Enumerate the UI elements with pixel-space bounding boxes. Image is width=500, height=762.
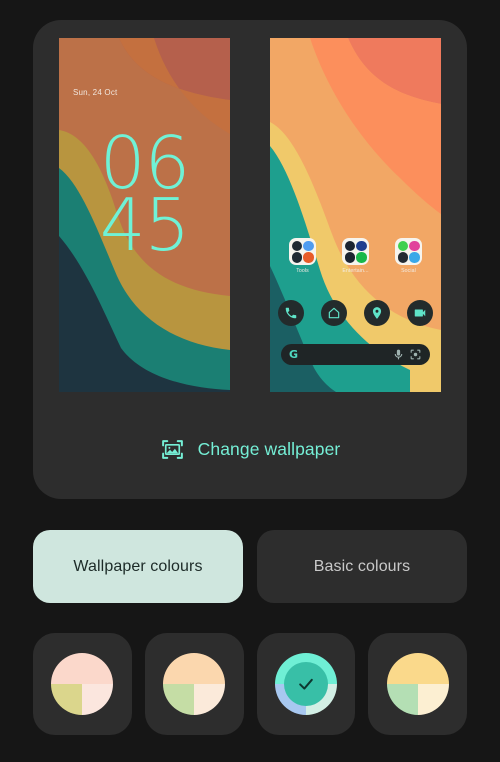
swatch-quadrant-bottom-left xyxy=(51,684,83,715)
wallpaper-and-style-screen: Sun, 24 Oct 06 45 Tools Entertain... Soc… xyxy=(0,0,500,762)
app-folder[interactable]: Social xyxy=(387,238,431,274)
swatch-quadrant-bottom-right xyxy=(194,684,226,715)
swatch-quadrant-bottom-left xyxy=(386,684,418,715)
colour-swatch-option[interactable] xyxy=(368,633,467,735)
colour-swatch-preview xyxy=(163,653,226,715)
app-icon-music xyxy=(356,240,367,251)
colour-swatch-option[interactable] xyxy=(33,633,132,735)
swatch-quadrant-top xyxy=(163,653,226,684)
colour-source-tabs: Wallpaper colours Basic colours xyxy=(33,530,467,603)
app-icon-video xyxy=(344,240,355,251)
tab-basic-colours[interactable]: Basic colours xyxy=(257,530,467,603)
app-folder-row: Tools Entertain... Social xyxy=(276,238,435,274)
change-wallpaper-button[interactable]: Change wallpaper xyxy=(33,424,467,474)
app-icon-files xyxy=(303,240,314,251)
app-icon-calendar xyxy=(291,252,302,263)
app-icon-telegram xyxy=(409,252,420,263)
tab-label: Basic colours xyxy=(313,557,411,575)
colour-swatch-preview xyxy=(386,653,449,715)
folder-label: Social xyxy=(401,268,416,274)
lock-screen-preview[interactable]: Sun, 24 Oct 06 45 xyxy=(59,38,230,392)
home-screen-wallpaper xyxy=(270,38,441,392)
folder-icon-tile xyxy=(395,238,422,265)
app-icon-settings xyxy=(291,240,302,251)
swatch-quadrant-top xyxy=(51,653,114,684)
app-icon-mastodon xyxy=(397,252,408,263)
tab-label: Wallpaper colours xyxy=(73,557,203,575)
app-icon-instagram xyxy=(409,240,420,251)
app-folder[interactable]: Entertain... xyxy=(334,238,378,274)
colour-swatch-row xyxy=(33,633,467,735)
folder-icon-tile xyxy=(289,238,316,265)
folder-label: Tools xyxy=(296,268,309,274)
preview-card: Sun, 24 Oct 06 45 Tools Entertain... Soc… xyxy=(33,20,467,499)
dock-icon-home[interactable] xyxy=(321,300,347,326)
google-g-icon: G xyxy=(289,348,299,361)
dock-icon-maps[interactable] xyxy=(364,300,390,326)
app-icon-firefox xyxy=(303,252,314,263)
swatch-quadrant-bottom-right xyxy=(82,684,114,715)
change-wallpaper-label: Change wallpaper xyxy=(197,438,341,459)
app-icon-spotify xyxy=(356,252,367,263)
swatch-selected-indicator xyxy=(283,662,328,706)
app-folder[interactable]: Tools xyxy=(281,238,325,274)
home-screen-dock xyxy=(278,300,433,326)
colour-swatch-preview xyxy=(51,653,114,715)
app-icon-whatsapp xyxy=(397,240,408,251)
app-icon-photos xyxy=(344,252,355,263)
swatch-quadrant-bottom-right xyxy=(417,684,449,715)
lock-screen-clock: 06 45 xyxy=(59,127,230,267)
folder-label: Entertain... xyxy=(342,268,369,274)
tab-wallpaper-colours[interactable]: Wallpaper colours xyxy=(33,530,243,603)
colour-swatch-option-selected[interactable] xyxy=(256,633,356,735)
lock-screen-date: Sun, 24 Oct xyxy=(73,88,118,97)
home-screen-preview[interactable]: Tools Entertain... Social G xyxy=(270,38,441,392)
folder-icon-tile xyxy=(342,238,369,265)
microphone-icon[interactable] xyxy=(392,348,405,361)
dock-icon-camera[interactable] xyxy=(407,300,433,326)
colour-swatch-preview xyxy=(274,653,337,715)
check-icon xyxy=(299,678,313,690)
swatch-quadrant-top xyxy=(386,653,449,684)
clock-minutes: 45 xyxy=(99,182,191,267)
colour-swatch-option[interactable] xyxy=(144,633,244,735)
dock-icon-phone[interactable] xyxy=(278,300,304,326)
swatch-quadrant-bottom-left xyxy=(163,684,195,715)
preview-row: Sun, 24 Oct 06 45 Tools Entertain... Soc… xyxy=(59,38,441,392)
google-search-bar[interactable]: G xyxy=(281,344,430,365)
image-frame-icon xyxy=(160,437,185,462)
google-lens-icon[interactable] xyxy=(409,348,422,361)
